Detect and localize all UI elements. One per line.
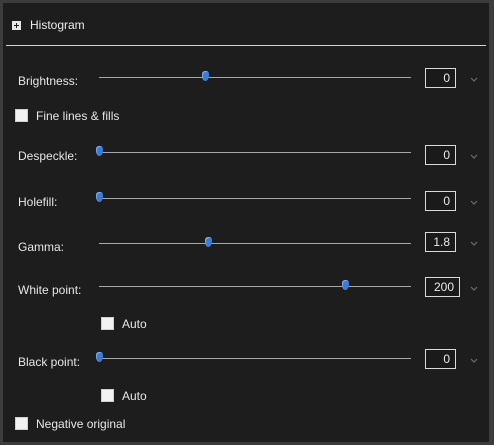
expand-icon[interactable] [12,20,21,30]
brightness-value: 0 [443,71,450,85]
holefill-thumb[interactable] [96,192,103,202]
white-point-auto-label: Auto [122,317,147,331]
histogram-header[interactable]: Histogram [12,16,85,34]
chevron-down-icon[interactable] [469,238,479,248]
gamma-slider[interactable] [99,237,411,250]
brightness-slider[interactable] [99,71,411,84]
gamma-value-field[interactable]: 1.8 [425,232,456,252]
brightness-label: Brightness: [18,74,79,88]
gamma-label: Gamma: [18,240,65,254]
holefill-track [99,198,411,199]
despeckle-track [99,152,411,153]
holefill-label: Holefill: [18,195,58,209]
white-point-label: White point: [18,283,82,297]
brightness-track [99,77,411,78]
black-point-value: 0 [443,352,450,366]
holefill-value: 0 [443,194,450,208]
white-point-auto-checkbox[interactable] [101,317,114,330]
white-point-thumb[interactable] [342,280,350,290]
gamma-track [99,243,411,244]
header-divider [6,45,486,46]
gamma-value: 1.8 [433,235,450,249]
despeckle-label: Despeckle: [18,149,78,163]
black-point-slider[interactable] [96,352,411,365]
brightness-value-field[interactable]: 0 [425,68,456,88]
chevron-down-icon[interactable] [469,74,479,84]
chevron-down-icon[interactable] [469,283,479,293]
holefill-slider[interactable] [96,192,411,205]
white-point-track [99,286,411,287]
white-point-value: 200 [433,280,454,294]
fine-lines-checkbox[interactable] [15,109,28,122]
histogram-panel: Histogram Brightness: 0 Fine lines & fil… [3,3,489,442]
despeckle-value-field[interactable]: 0 [425,145,456,165]
gamma-thumb[interactable] [205,237,213,247]
black-point-auto-checkbox[interactable] [101,389,114,402]
negative-original-checkbox[interactable] [15,417,28,430]
black-point-track [99,358,411,359]
black-point-thumb[interactable] [96,352,103,362]
negative-original-label: Negative original [36,417,126,431]
brightness-thumb[interactable] [202,71,210,81]
chevron-down-icon[interactable] [469,355,479,365]
white-point-value-field[interactable]: 200 [425,277,460,297]
holefill-value-field[interactable]: 0 [425,191,456,211]
white-point-slider[interactable] [99,280,411,293]
despeckle-value: 0 [443,148,450,162]
chevron-down-icon[interactable] [469,151,479,161]
despeckle-slider[interactable] [96,146,411,159]
black-point-value-field[interactable]: 0 [425,349,456,369]
histogram-title: Histogram [30,18,85,32]
despeckle-thumb[interactable] [96,146,103,156]
chevron-down-icon[interactable] [469,197,479,207]
black-point-auto-label: Auto [122,389,147,403]
black-point-label: Black point: [18,355,81,369]
fine-lines-label: Fine lines & fills [36,109,120,123]
